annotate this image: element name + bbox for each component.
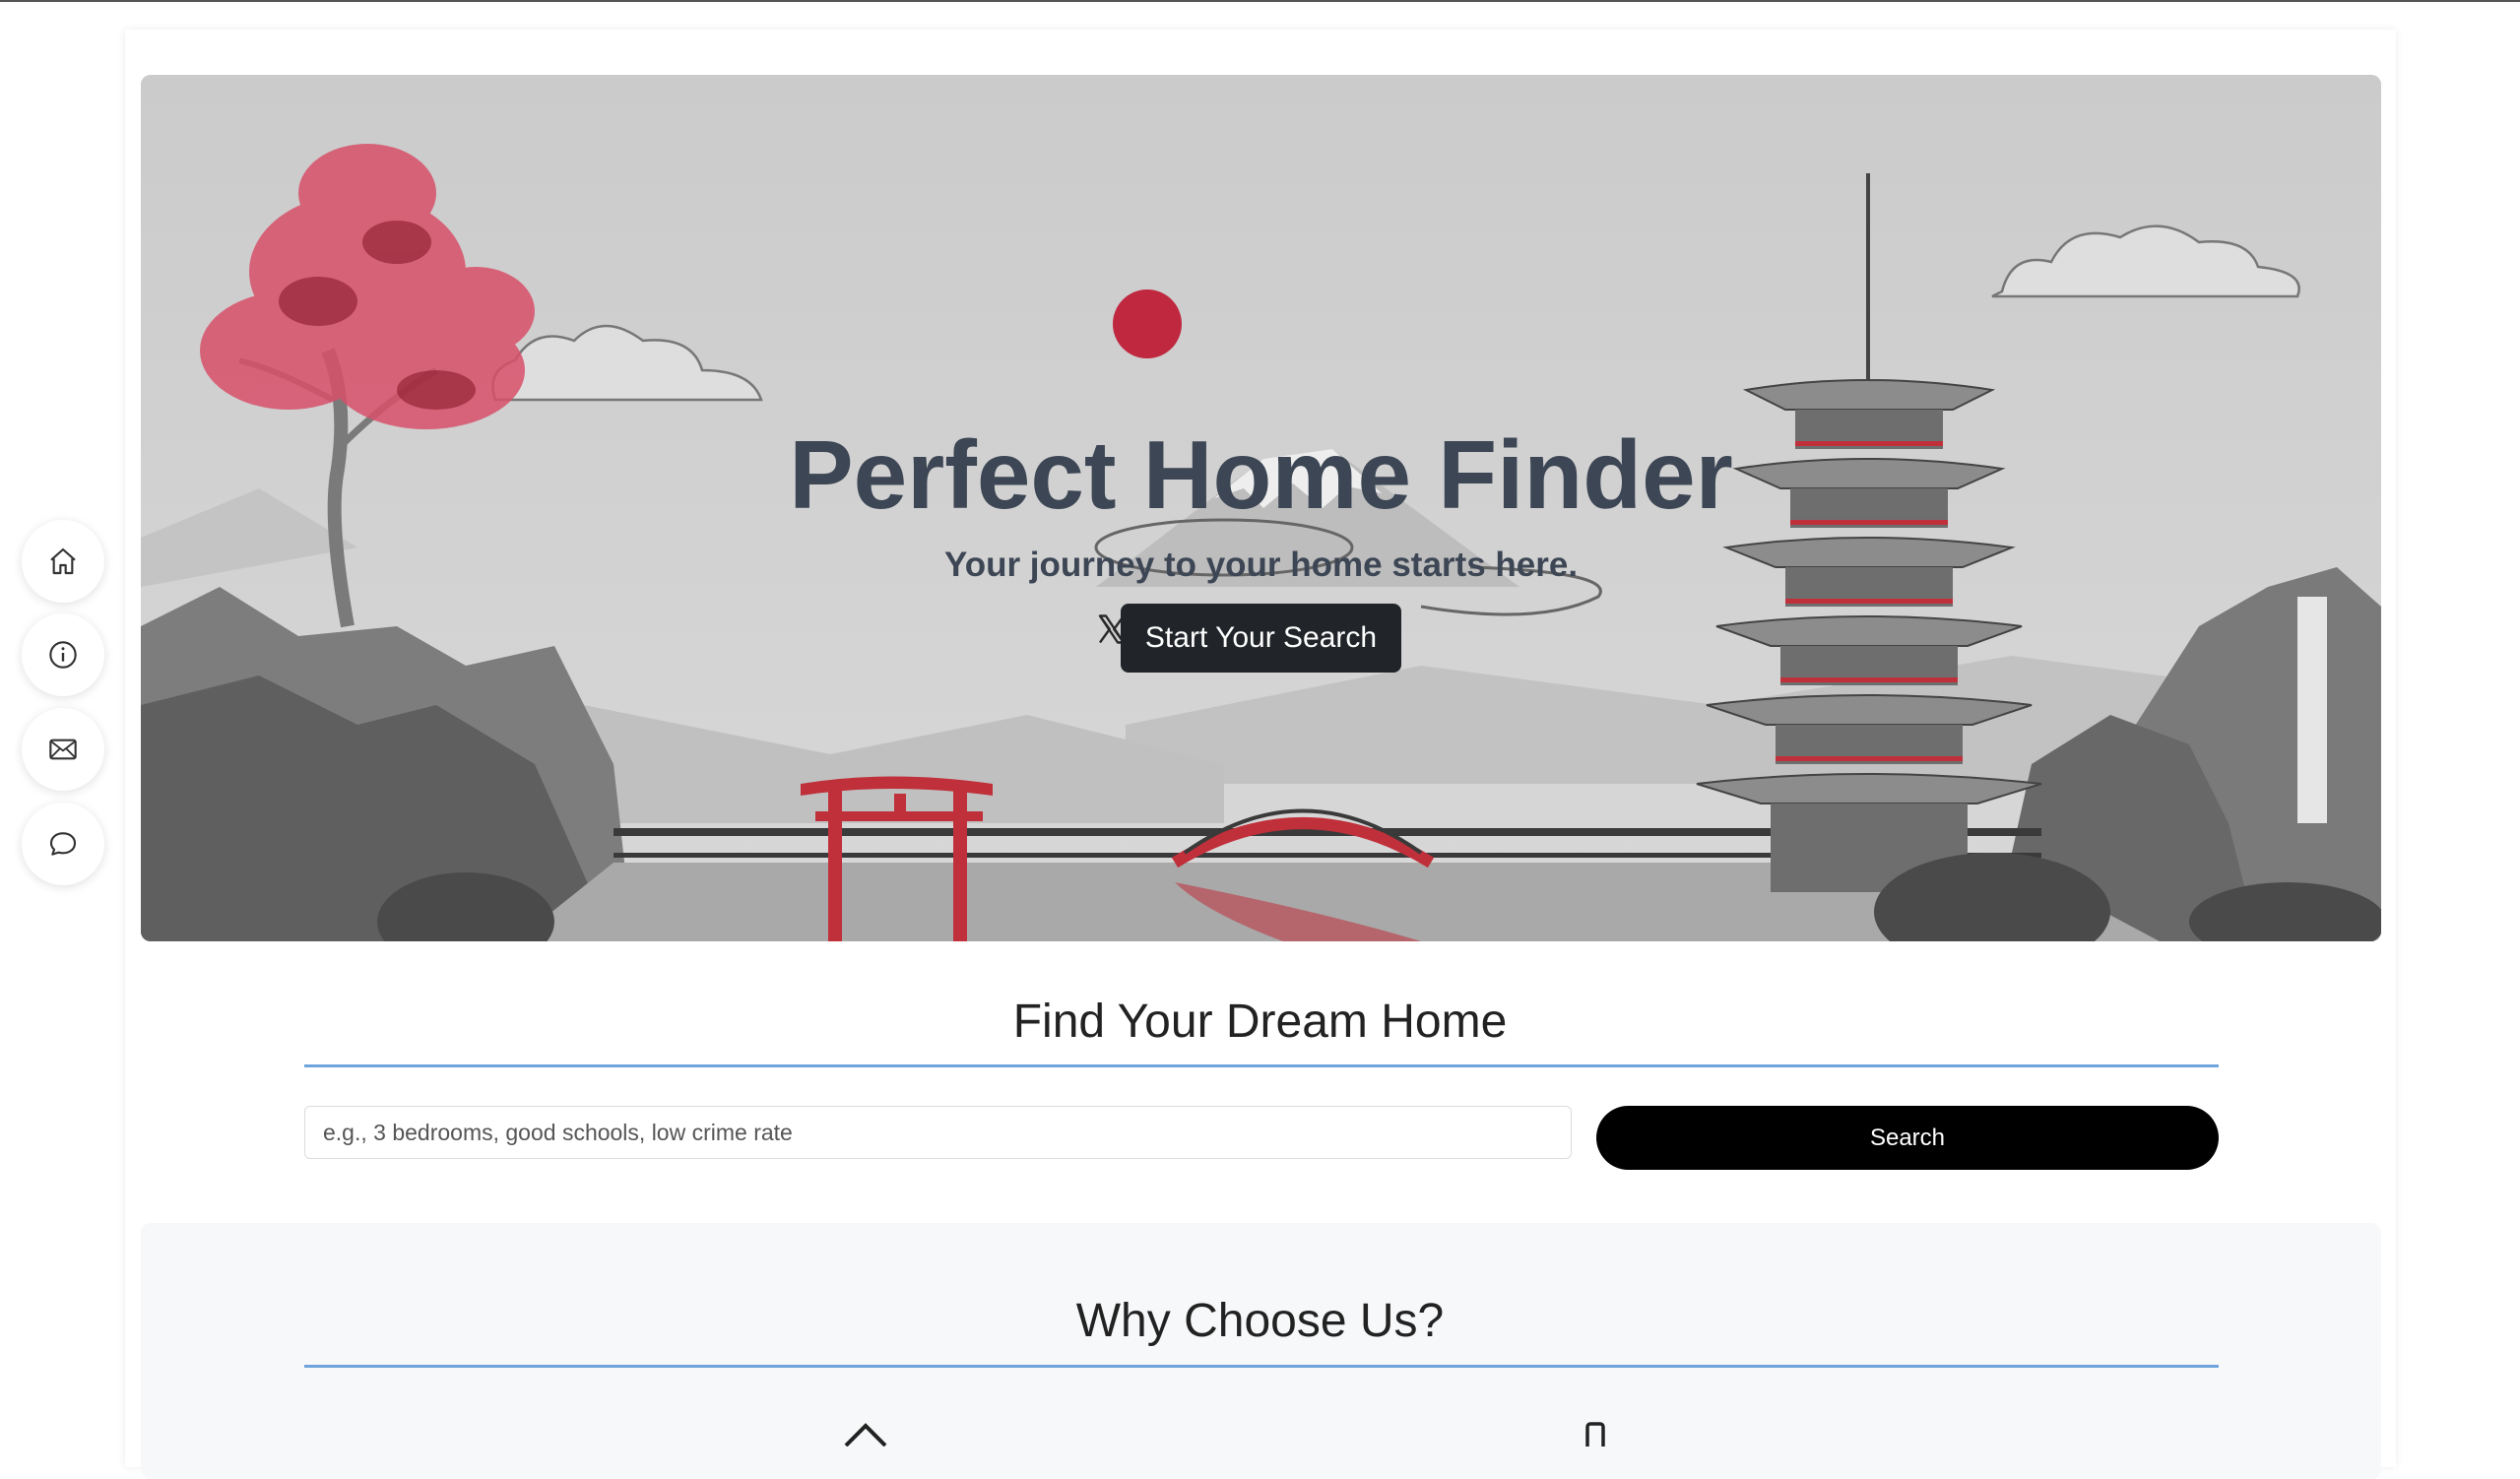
why-choose-us-heading: Why Choose Us? xyxy=(1075,1295,1445,1347)
hero-banner: Perfect Home Finder Your journey to your… xyxy=(141,75,2381,941)
home-icon xyxy=(50,547,76,575)
sidebar-contact-button[interactable] xyxy=(22,708,104,791)
find-home-heading: Find Your Dream Home xyxy=(1012,996,1508,1048)
why-choose-us-divider xyxy=(304,1365,2219,1368)
mail-icon xyxy=(49,739,77,760)
browser-top-border xyxy=(0,0,2520,2)
find-home-divider xyxy=(304,1064,2219,1067)
search-input[interactable] xyxy=(304,1106,1572,1159)
search-button[interactable]: Search xyxy=(1596,1106,2219,1170)
sidebar-chat-button[interactable] xyxy=(22,803,104,885)
hero-subtitle: Your journey to your home starts here. xyxy=(943,546,1579,584)
red-sun xyxy=(1113,289,1182,358)
chat-icon xyxy=(49,832,77,856)
sidebar-home-button[interactable] xyxy=(22,520,104,603)
feature-home-icon xyxy=(844,1423,887,1447)
hero-title: Perfect Home Finder xyxy=(789,420,1733,529)
feature-phone-icon xyxy=(1585,1422,1605,1447)
why-choose-us-section xyxy=(141,1223,2381,1479)
info-icon xyxy=(49,641,77,669)
start-search-button[interactable]: Start Your Search xyxy=(1121,604,1401,673)
sidebar-about-button[interactable] xyxy=(22,613,104,696)
